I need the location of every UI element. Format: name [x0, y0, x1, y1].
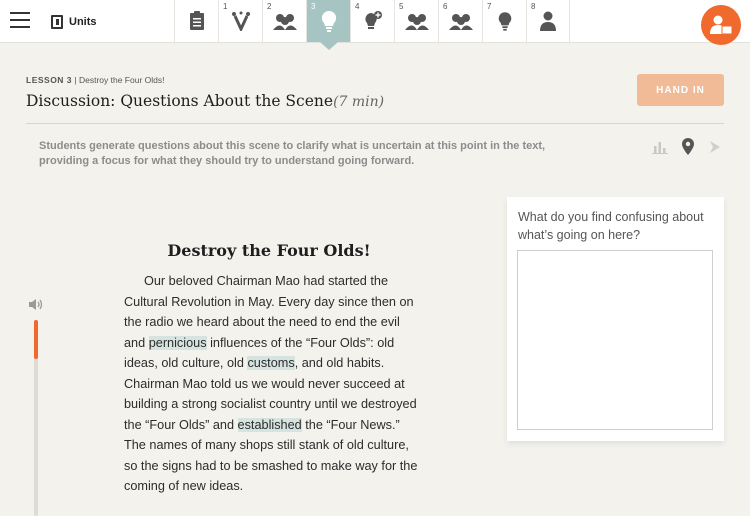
reading-progress-fill [34, 320, 38, 359]
hand-in-button[interactable]: HAND IN [637, 74, 724, 106]
story-paragraph: Our beloved Chairman Mao had started the… [124, 271, 424, 497]
story-text: Our beloved Chairman Mao had started the… [124, 271, 424, 497]
lightbulb-icon [321, 10, 336, 32]
step-number: 1 [223, 2, 228, 11]
teacher-icon [710, 15, 733, 35]
story-title: Destroy the Four Olds! [167, 241, 371, 260]
book-icon [51, 15, 63, 29]
vocab-word-pernicious[interactable]: pernicious [148, 335, 207, 350]
step-number: 2 [267, 2, 272, 11]
step-1[interactable]: 1 [218, 0, 262, 42]
step-8[interactable]: 8 [526, 0, 570, 42]
vocab-icon [231, 11, 250, 31]
step-5[interactable]: 5 [394, 0, 438, 42]
answer-textarea[interactable] [517, 250, 713, 430]
step-6[interactable]: 6 [438, 0, 482, 42]
step-number: 6 [443, 2, 448, 11]
group-icon [404, 14, 429, 30]
tool-icons [652, 138, 722, 160]
divider [26, 123, 724, 124]
group-icon [448, 14, 473, 30]
lesson-breadcrumb: LESSON 3 | Destroy the Four Olds! [26, 75, 164, 85]
share-arrow-icon[interactable] [708, 139, 722, 160]
top-bar: Units 1 2 3 4 5 6 7 8 [0, 0, 750, 50]
location-pin-icon[interactable] [682, 138, 694, 160]
page-title: Discussion: Questions About the Scene(7 … [26, 92, 384, 110]
step-3[interactable]: 3 [306, 0, 350, 50]
step-intro[interactable] [174, 0, 218, 42]
group-icon [272, 14, 297, 30]
step-number: 4 [355, 2, 360, 11]
vocab-word-customs[interactable]: customs [247, 356, 295, 370]
lightbulb-plus-icon [364, 11, 382, 29]
step-number: 7 [487, 2, 492, 11]
step-number: 3 [311, 2, 316, 11]
clipboard-icon [189, 11, 204, 30]
step-number: 5 [399, 2, 404, 11]
activity-duration: (7 min) [333, 94, 385, 110]
teacher-avatar-button[interactable] [701, 5, 741, 45]
step-7[interactable]: 7 [482, 0, 526, 42]
units-label: Units [69, 16, 97, 28]
reading-progress-track[interactable] [34, 320, 38, 516]
menu-icon[interactable] [10, 12, 30, 30]
activity-title: Discussion: Questions About the Scene [26, 92, 334, 110]
step-2[interactable]: 2 [262, 0, 306, 42]
step-number: 8 [531, 2, 536, 11]
bar-chart-icon[interactable] [652, 140, 668, 159]
step-4[interactable]: 4 [350, 0, 394, 42]
units-button[interactable]: Units [51, 12, 97, 32]
question-prompt: What do you find confusing about what’s … [518, 210, 704, 242]
lesson-steps-nav: 1 2 3 4 5 6 7 8 [174, 0, 570, 50]
person-icon [540, 11, 556, 31]
activity-description: Students generate questions about this s… [39, 140, 546, 167]
lesson-name: | Destroy the Four Olds! [72, 75, 165, 85]
vocab-word-established[interactable]: established [237, 417, 302, 432]
question-panel: What do you find confusing about what’s … [507, 197, 724, 441]
lightbulb-icon [498, 12, 511, 31]
speaker-icon[interactable] [29, 298, 45, 316]
lesson-number: LESSON 3 [26, 75, 73, 85]
